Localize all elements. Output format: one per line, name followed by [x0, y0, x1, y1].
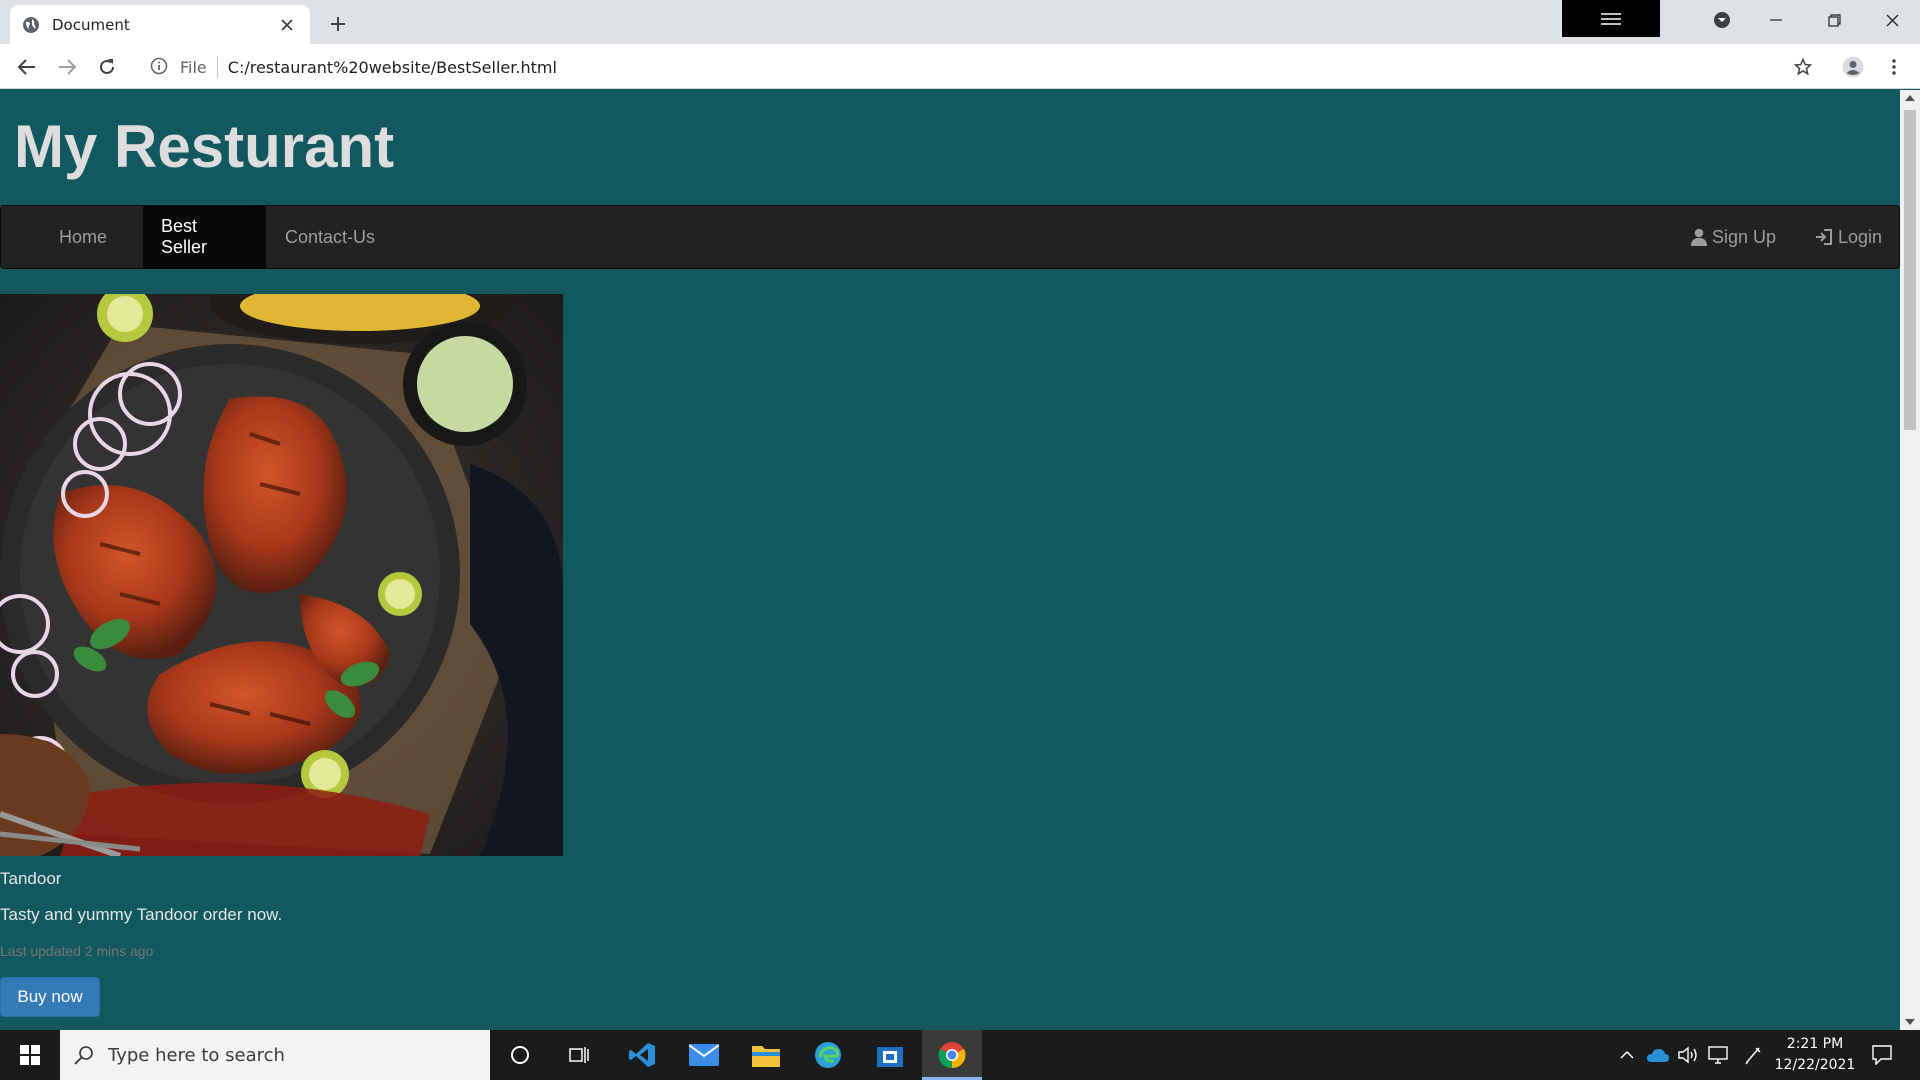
nav-best-seller[interactable]: Best Seller	[143, 206, 266, 268]
account-icon[interactable]	[1838, 52, 1868, 82]
browser-tab[interactable]: Document	[10, 5, 310, 44]
scroll-down-icon[interactable]	[1905, 1019, 1915, 1025]
address-scheme: File	[180, 57, 207, 77]
store-icon[interactable]	[860, 1030, 920, 1080]
taskbar-search-placeholder: Type here to search	[108, 1044, 285, 1066]
edge-icon[interactable]	[798, 1030, 858, 1080]
clock-date: 12/22/2021	[1774, 1057, 1856, 1073]
notifications-icon[interactable]	[1864, 1030, 1900, 1080]
minimize-icon[interactable]	[1748, 0, 1804, 40]
scroll-up-icon[interactable]	[1905, 95, 1915, 101]
info-icon[interactable]	[150, 57, 170, 77]
close-tab-icon[interactable]	[276, 14, 298, 36]
page-scrollbar[interactable]	[1900, 90, 1920, 1030]
onedrive-icon[interactable]	[1646, 1030, 1670, 1080]
globe-icon	[22, 16, 40, 34]
new-tab-icon[interactable]	[324, 10, 352, 38]
back-icon[interactable]	[12, 52, 42, 82]
close-window-icon[interactable]	[1864, 0, 1920, 40]
chrome-icon[interactable]	[922, 1030, 982, 1080]
windows-start-icon[interactable]	[0, 1030, 60, 1080]
taskbar-search[interactable]: Type here to search	[60, 1030, 490, 1080]
dish-description: Tasty and yummy Tandoor order now.	[0, 905, 283, 924]
browser-toolbar: File C:/restaurant%20website/BestSeller.…	[0, 44, 1920, 89]
address-url[interactable]: C:/restaurant%20website/BestSeller.html	[228, 58, 557, 77]
bookmark-star-icon[interactable]	[1788, 52, 1818, 82]
nav-sign-up[interactable]: Sign Up	[1673, 206, 1794, 268]
user-icon	[1691, 228, 1707, 246]
search-icon	[74, 1046, 93, 1065]
cortana-icon[interactable]	[490, 1030, 550, 1080]
restore-icon[interactable]	[1806, 0, 1862, 40]
scrollbar-thumb[interactable]	[1904, 110, 1916, 430]
network-icon[interactable]	[1706, 1030, 1730, 1080]
tandoor-image	[0, 294, 563, 856]
volume-icon[interactable]	[1676, 1030, 1700, 1080]
buy-now-button[interactable]: Buy now	[0, 977, 100, 1017]
chevron-up-icon[interactable]	[1616, 1030, 1638, 1080]
sign-up-label: Sign Up	[1712, 226, 1777, 247]
clock-time: 2:21 PM	[1786, 1036, 1844, 1052]
browser-tab-strip: Document	[0, 0, 1920, 44]
navbar: Home Best Seller Contact-Us Sign Up Logi…	[0, 205, 1900, 269]
login-icon	[1816, 229, 1832, 245]
file-explorer-icon[interactable]	[736, 1030, 796, 1080]
kebab-menu-icon[interactable]	[1879, 52, 1909, 82]
dish-updated: Last updated 2 mins ago	[0, 943, 154, 959]
taskbar: Type here to search 2:21 PM 12/22/2021	[0, 1030, 1920, 1080]
dish-name: Tandoor	[0, 869, 62, 888]
taskbar-clock[interactable]: 2:21 PM 12/22/2021	[1760, 1034, 1870, 1076]
vscode-icon[interactable]	[612, 1030, 672, 1080]
mail-icon[interactable]	[674, 1030, 734, 1080]
address-divider	[216, 56, 218, 78]
tab-title: Document	[52, 15, 130, 34]
address-bar[interactable]: File C:/restaurant%20website/BestSeller.…	[140, 50, 1790, 84]
profile-dropdown-icon[interactable]	[1694, 0, 1750, 40]
login-label: Login	[1838, 226, 1883, 247]
task-view-icon[interactable]	[550, 1030, 610, 1080]
nav-home[interactable]: Home	[41, 206, 125, 268]
page-viewport: My Resturant Home Best Seller Contact-Us…	[0, 90, 1900, 1030]
forward-icon[interactable]	[52, 52, 82, 82]
site-title: My Resturant	[14, 113, 395, 180]
menu-lines-icon[interactable]	[1562, 0, 1660, 37]
nav-login[interactable]: Login	[1797, 206, 1900, 268]
nav-contact-us[interactable]: Contact-Us	[267, 206, 393, 268]
reload-icon[interactable]	[92, 52, 122, 82]
